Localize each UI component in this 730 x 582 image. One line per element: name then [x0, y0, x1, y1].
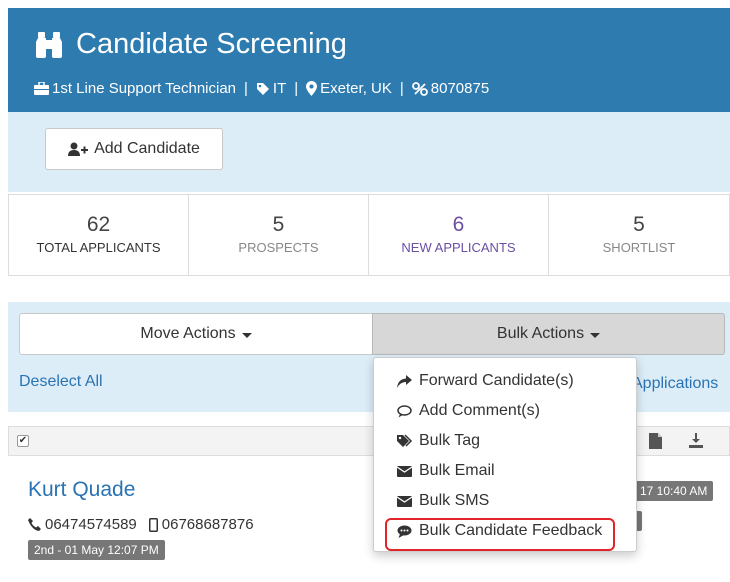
- bulk-actions-menu: Forward Candidate(s) Add Comment(s) Bulk…: [373, 357, 637, 552]
- stats-bar: 62 TOTAL APPLICANTS 5 PROSPECTS 6 NEW AP…: [8, 194, 730, 276]
- move-actions-button[interactable]: Move Actions: [19, 313, 373, 355]
- stat-prospects[interactable]: 5 PROSPECTS: [189, 195, 369, 275]
- menu-item-bulk-email[interactable]: Bulk Email: [374, 456, 636, 486]
- caret-down-icon: [590, 332, 601, 338]
- map-marker-icon: [306, 81, 318, 96]
- job-category: IT: [272, 80, 287, 97]
- stat-label: PROSPECTS: [238, 240, 319, 255]
- menu-item-label: Bulk Email: [419, 462, 495, 479]
- job-location: Exeter, UK: [320, 80, 392, 97]
- caret-down-icon: [241, 332, 252, 338]
- stat-value: 6: [452, 213, 465, 236]
- job-title: 1st Line Support Technician: [52, 80, 237, 97]
- briefcase-icon: [34, 82, 49, 95]
- phone-icon: [28, 518, 41, 531]
- binoculars-icon: [36, 31, 62, 58]
- menu-item-label: Bulk Tag: [419, 432, 481, 449]
- menu-item-label: Add Comment(s): [419, 402, 540, 419]
- menu-item-label: Bulk SMS: [419, 492, 490, 509]
- mobile-icon: [148, 517, 158, 532]
- link-icon: [411, 81, 428, 96]
- stat-value: 5: [633, 213, 645, 236]
- bulk-actions-label: Bulk Actions: [496, 325, 585, 342]
- date-badge: 2nd - 01 May 12:07 PM: [28, 540, 165, 560]
- tag-icon: [256, 82, 270, 96]
- candidate-mobile[interactable]: 06768687876: [162, 516, 254, 533]
- menu-item-bulk-sms[interactable]: Bulk SMS: [374, 486, 636, 516]
- action-band: Add Candidate: [8, 112, 730, 192]
- page-title-text: Candidate Screening: [76, 28, 347, 60]
- time-badge: 17 10:40 AM: [634, 481, 714, 501]
- envelope-icon: [397, 495, 419, 507]
- move-actions-label: Move Actions: [140, 325, 236, 342]
- add-candidate-button[interactable]: Add Candidate: [45, 128, 223, 170]
- candidate-phone[interactable]: 06474574589: [45, 516, 137, 533]
- select-all-checkbox[interactable]: ✔: [17, 435, 29, 447]
- applications-link[interactable]: Applications: [632, 375, 718, 393]
- bulk-actions-button[interactable]: Bulk Actions: [372, 313, 725, 355]
- add-user-icon: [68, 142, 89, 156]
- menu-item-add-comments[interactable]: Add Comment(s): [374, 396, 636, 426]
- stat-value: 62: [86, 213, 111, 236]
- menu-item-bulk-tag[interactable]: Bulk Tag: [374, 426, 636, 456]
- add-candidate-label: Add Candidate: [94, 140, 200, 157]
- stat-label: TOTAL APPLICANTS: [36, 240, 161, 255]
- page-title: Candidate Screening: [34, 28, 347, 61]
- candidate-phones: 06474574589 06768687876: [28, 516, 254, 533]
- menu-item-bulk-candidate-feedback[interactable]: Bulk Candidate Feedback: [374, 516, 636, 551]
- tags-icon: [397, 434, 419, 448]
- stat-shortlist[interactable]: 5 SHORTLIST: [549, 195, 729, 275]
- menu-item-forward-candidates[interactable]: Forward Candidate(s): [374, 366, 636, 396]
- candidate-name-link[interactable]: Kurt Quade: [28, 478, 135, 502]
- download-icon[interactable]: [689, 433, 703, 454]
- stat-value: 5: [272, 213, 285, 236]
- job-reference: 8070875: [430, 80, 490, 97]
- page-header: Candidate Screening 1st Line Support Tec…: [8, 8, 730, 112]
- deselect-all-link[interactable]: Deselect All: [19, 373, 103, 391]
- stat-total-applicants[interactable]: 62 TOTAL APPLICANTS: [9, 195, 189, 275]
- stat-label: NEW APPLICANTS: [401, 240, 516, 255]
- job-meta: 1st Line Support Technician | IT | Exete…: [34, 80, 489, 97]
- envelope-icon: [397, 465, 419, 477]
- menu-item-label: Forward Candidate(s): [419, 372, 574, 389]
- file-icon[interactable]: [649, 433, 662, 454]
- share-icon: [397, 374, 419, 388]
- highlight-box: [385, 518, 615, 551]
- stat-new-applicants[interactable]: 6 NEW APPLICANTS: [369, 195, 549, 275]
- comment-icon: [397, 404, 419, 418]
- stat-label: SHORTLIST: [602, 240, 676, 255]
